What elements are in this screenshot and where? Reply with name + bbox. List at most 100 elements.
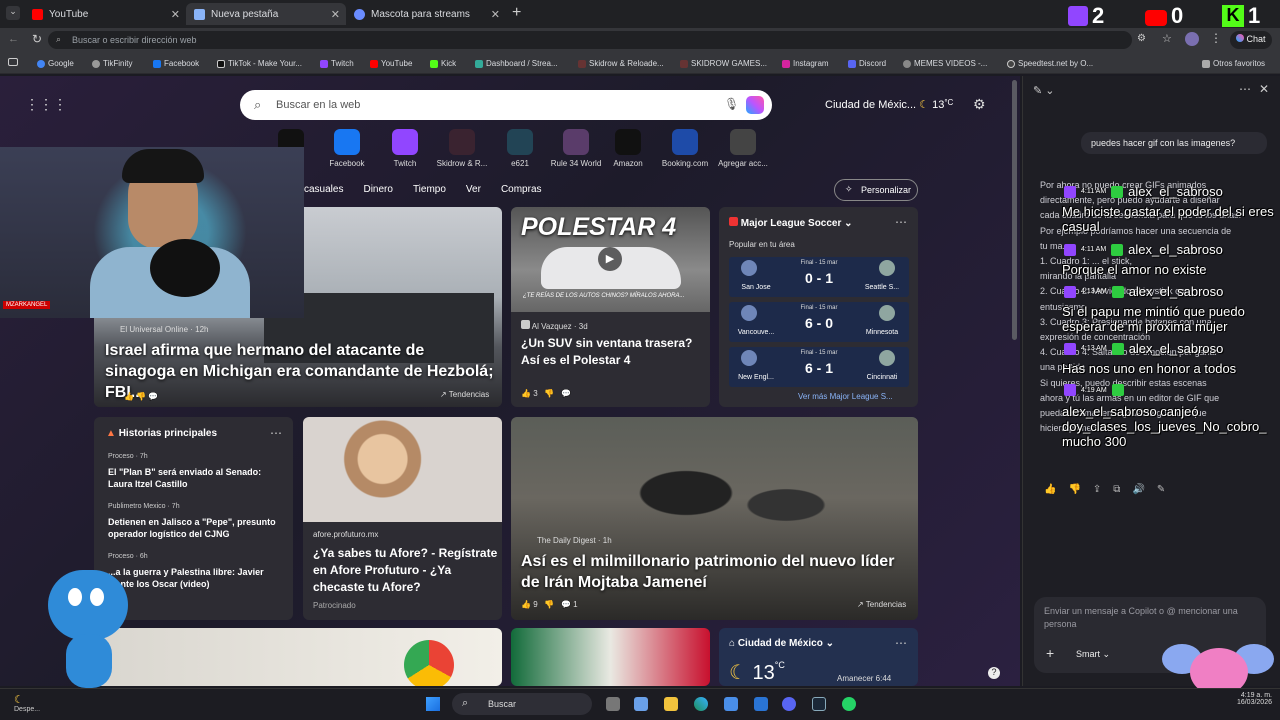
close-icon[interactable]: ✕: [331, 8, 340, 21]
read-aloud-icon[interactable]: 🔊: [1132, 484, 1144, 495]
bookmark-skidrow-games[interactable]: SKIDROW GAMES...: [680, 59, 767, 68]
bookmark-kick[interactable]: Kick: [430, 59, 456, 68]
store-icon[interactable]: [724, 697, 738, 711]
page-scrollbar[interactable]: [1012, 80, 1017, 340]
back-icon[interactable]: ←: [8, 33, 19, 45]
story-source: Publimetro Mexico · 7h: [108, 503, 180, 510]
weather-taskbar[interactable]: ☾ Despe...: [14, 693, 40, 713]
task-view-icon[interactable]: [606, 697, 620, 711]
mls-game-row[interactable]: New Engl... Cincinnati Final - 15 mar 6 - 1: [729, 347, 909, 387]
weather-card[interactable]: ⌂ Ciudad de México ⌄ ⋯ ☾ 13°C Amanecer 6…: [719, 628, 918, 686]
bookmark-facebook[interactable]: Facebook: [153, 59, 199, 68]
discord-icon[interactable]: [782, 697, 796, 711]
afore-ad-card[interactable]: afore.profuturo.mx ¿Ya sabes tu Afore? -…: [303, 417, 502, 620]
taskbar-search[interactable]: ⌕ Buscar: [452, 693, 592, 715]
widgets-icon[interactable]: [634, 697, 648, 711]
more-options-icon[interactable]: ⋯: [1239, 82, 1251, 96]
bookmark-instagram[interactable]: Instagram: [782, 59, 829, 68]
more-options-icon[interactable]: ⋯: [270, 426, 282, 440]
thumbs-down-icon[interactable]: 👎: [1068, 484, 1080, 495]
bookmark-youtube[interactable]: YouTube: [370, 59, 412, 68]
start-button[interactable]: [426, 697, 440, 711]
new-tab-button[interactable]: +: [512, 4, 521, 22]
play-icon[interactable]: ▶: [598, 247, 622, 271]
thumbs-up-icon[interactable]: 👍: [1044, 484, 1056, 495]
other-favorites[interactable]: Otros favoritos: [1202, 59, 1265, 68]
mexico-card[interactable]: [511, 628, 710, 686]
polestar-card[interactable]: POLESTAR 4 ▶ ¿TE REÍAS DE LOS AUTOS CHIN…: [511, 207, 710, 407]
tab-new-tab[interactable]: Nueva pestaña ✕: [186, 3, 346, 25]
extensions-icon[interactable]: ⚙: [1137, 33, 1146, 44]
mls-card[interactable]: Major League Soccer ⌄ ⋯ Popular en tu ár…: [719, 207, 918, 407]
more-mls-link[interactable]: Ver más Major League S...: [798, 392, 893, 401]
close-icon[interactable]: ✕: [171, 8, 180, 21]
reload-icon[interactable]: ↻: [32, 32, 42, 46]
steam-icon[interactable]: [812, 697, 826, 711]
more-options-icon[interactable]: ⋯: [895, 636, 907, 650]
microphone-icon[interactable]: 🎙: [724, 97, 739, 111]
bookmark-discord[interactable]: Discord: [848, 59, 886, 68]
news-headline[interactable]: ¿Un SUV sin ventana trasera? Así es el P…: [521, 335, 706, 369]
nav-casuales[interactable]: casuales: [304, 184, 343, 195]
settings-gear-icon[interactable]: ⚙: [973, 96, 986, 113]
copy-icon[interactable]: ⧉: [1113, 484, 1120, 495]
bookmark-dashboard[interactable]: Dashboard / Strea...: [475, 59, 558, 68]
tab-mascota[interactable]: Mascota para streams ✕: [346, 3, 506, 25]
news-headline[interactable]: Israel afirma que hermano del atacante d…: [105, 340, 495, 403]
new-chat-icon[interactable]: ✎ ⌄: [1033, 84, 1055, 97]
iran-news-card[interactable]: The Daily Digest · 1h Así es el milmillo…: [511, 417, 918, 620]
copilot-icon[interactable]: [746, 96, 764, 114]
trend-label[interactable]: ↗ Tendencias: [440, 390, 489, 399]
close-icon[interactable]: ✕: [491, 8, 500, 21]
tab-search-icon[interactable]: ⌄: [6, 6, 20, 20]
whatsapp-icon[interactable]: [842, 697, 856, 711]
share-icon[interactable]: ⇪: [1093, 484, 1101, 495]
trend-label[interactable]: ↗ Tendencias: [857, 600, 906, 609]
youtube-count-overlay: 0: [1145, 3, 1183, 29]
bookmark-memes[interactable]: MEMES VIDEOS -...: [903, 59, 987, 68]
address-input[interactable]: ⌕ Buscar o escribir dirección web: [48, 31, 1132, 49]
personalize-button[interactable]: ✧ Personalizar: [834, 179, 918, 201]
help-icon[interactable]: ?: [988, 667, 1000, 679]
more-options-icon[interactable]: ⋯: [895, 215, 907, 229]
file-explorer-icon[interactable]: [664, 697, 678, 711]
reaction-icons[interactable]: 👍 👎 💬: [124, 392, 158, 401]
nav-tiempo[interactable]: Tiempo: [413, 184, 446, 195]
chat-button[interactable]: Chat: [1230, 31, 1272, 49]
mail-icon[interactable]: [754, 697, 768, 711]
bookmark-google[interactable]: Google: [37, 59, 74, 68]
profile-avatar[interactable]: [1185, 32, 1199, 46]
shortcut-tile[interactable]: Agregar acc...: [708, 129, 778, 168]
menu-icon[interactable]: ⋮: [1210, 31, 1222, 45]
mls-game-row[interactable]: Vancouve... Minnesota Final - 15 mar 6 - 0: [729, 302, 909, 342]
weather-widget[interactable]: Ciudad de Méxic... ☾ 13°C: [825, 98, 953, 111]
web-search-input[interactable]: ⌕ Buscar en la web 🎙: [240, 90, 772, 120]
edit-icon[interactable]: ✎: [1157, 484, 1165, 495]
nav-ver[interactable]: Ver: [466, 184, 481, 195]
add-icon[interactable]: +: [1046, 645, 1054, 661]
bookmark-twitch[interactable]: Twitch: [320, 59, 354, 68]
clock[interactable]: 4:19 a. m. 16/03/2026: [1222, 692, 1272, 706]
story-headline[interactable]: Detienen en Jalisco a "Pepe", presunto o…: [108, 516, 286, 540]
bookmark-tikfinity[interactable]: TikFinity: [92, 59, 132, 68]
nav-dinero[interactable]: Dinero: [363, 184, 392, 195]
bookmark-skidrow[interactable]: Skidrow & Reloade...: [578, 59, 664, 68]
mls-game-row[interactable]: San Jose Seattle S... Final - 15 mar 0 - 1: [729, 257, 909, 297]
edge-icon[interactable]: [694, 697, 708, 711]
apps-grid-icon[interactable]: ⋮⋮⋮: [25, 96, 67, 113]
tab-youtube[interactable]: YouTube ✕: [24, 3, 186, 25]
news-headline[interactable]: Así es el milmillonario patrimonio del n…: [521, 551, 916, 593]
sidebar-toggle-icon[interactable]: [8, 58, 18, 66]
favorites-icon[interactable]: ☆: [1162, 32, 1172, 45]
mode-selector[interactable]: Smart ⌄: [1076, 649, 1110, 660]
bookmark-speedtest[interactable]: Speedtest.net by O...: [1007, 59, 1093, 68]
nav-compras[interactable]: Compras: [501, 184, 542, 195]
mls-title[interactable]: Major League Soccer ⌄: [729, 217, 853, 229]
ad-headline[interactable]: ¿Ya sabes tu Afore? - Regístrate en Afor…: [313, 545, 498, 596]
bookmark-tiktok[interactable]: TikTok - Make Your...: [217, 59, 302, 68]
like-button[interactable]: 👍 3 👎 💬: [521, 389, 571, 398]
bottom-news-card[interactable]: [94, 628, 502, 686]
reaction-bar[interactable]: 👍 9 👎 💬 1: [521, 600, 578, 609]
close-icon[interactable]: ✕: [1259, 82, 1269, 96]
story-headline[interactable]: El "Plan B" será enviado al Senado: Laur…: [108, 466, 286, 490]
